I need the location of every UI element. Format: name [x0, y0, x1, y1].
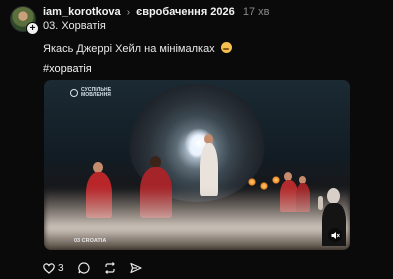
stage-lamp — [248, 178, 256, 186]
reply-button[interactable] — [77, 262, 90, 274]
author-avatar[interactable]: + — [10, 6, 39, 35]
broadcaster-logo-text: СУСПІЛЬНЕ МОВЛЕННЯ — [81, 87, 112, 98]
face-emoji-icon — [220, 42, 232, 53]
like-button[interactable]: 3 — [43, 263, 64, 274]
repost-button[interactable] — [104, 262, 116, 274]
post-text-line-2: Якась Джеррі Хейл на мінімалках — [43, 42, 232, 55]
post-time: 17 хв — [242, 6, 270, 18]
singer-figure — [198, 134, 220, 196]
topic-link[interactable]: євробачення 2026 — [136, 6, 235, 18]
follow-plus-icon[interactable]: + — [26, 22, 39, 35]
comment-bubble-icon — [77, 262, 90, 274]
broadcaster-logo-icon — [70, 89, 78, 97]
like-count: 3 — [58, 262, 64, 274]
share-button[interactable] — [129, 262, 142, 274]
video-player[interactable]: СУСПІЛЬНЕ МОВЛЕННЯ 03 CROATIA — [44, 80, 350, 250]
chevron-right-icon: › — [126, 7, 131, 18]
hashtag-link[interactable]: #хорватія — [43, 63, 92, 75]
mute-button[interactable] — [328, 228, 342, 242]
username[interactable]: iam_korotkova — [43, 6, 121, 18]
post-text-line-2-text: Якась Джеррі Хейл на мінімалках — [43, 43, 215, 55]
speaker-muted-icon — [331, 231, 340, 239]
heart-icon — [43, 262, 55, 274]
post: + iam_korotkova › євробачення 2026 17 хв… — [0, 0, 393, 279]
post-actions: 3 — [43, 261, 156, 275]
broadcaster-logo: СУСПІЛЬНЕ МОВЛЕННЯ — [70, 88, 117, 98]
post-text-line-1: 03. Хорватія — [43, 20, 106, 32]
repost-icon — [104, 262, 115, 274]
send-icon — [129, 262, 142, 274]
post-header: iam_korotkova › євробачення 2026 17 хв — [43, 6, 269, 18]
video-caption: 03 CROATIA — [74, 238, 107, 244]
